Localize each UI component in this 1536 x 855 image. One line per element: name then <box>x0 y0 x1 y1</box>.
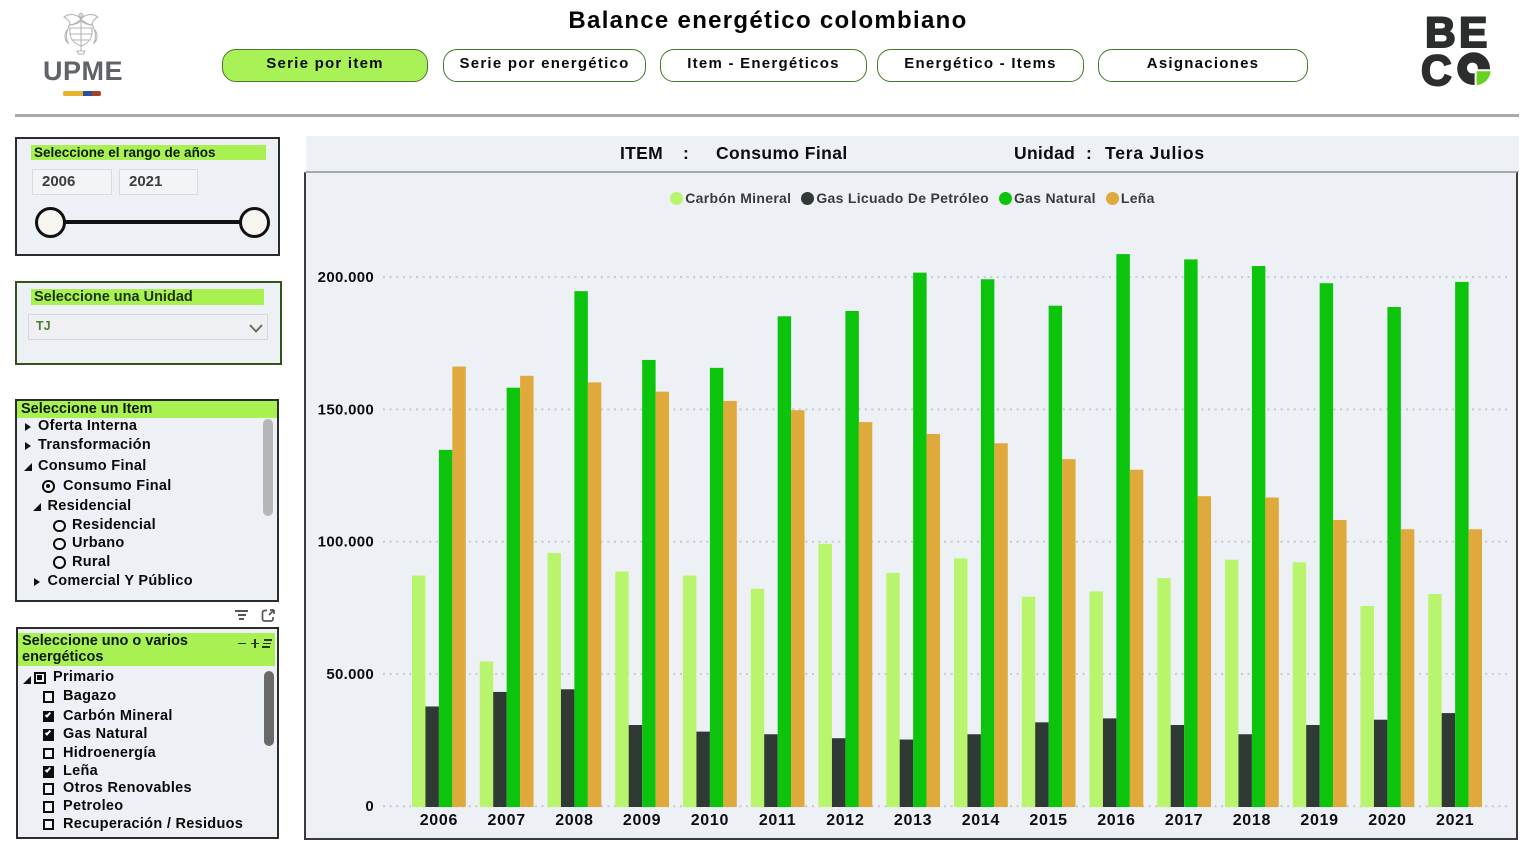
svg-text:2016: 2016 <box>1097 812 1135 829</box>
svg-text:0: 0 <box>365 798 374 815</box>
svg-text:2015: 2015 <box>1029 812 1067 829</box>
svg-text:50.000: 50.000 <box>326 666 374 683</box>
svg-text:2009: 2009 <box>623 812 661 829</box>
svg-text:2007: 2007 <box>487 812 525 829</box>
svg-text:2021: 2021 <box>1436 812 1474 829</box>
svg-text:2010: 2010 <box>691 812 729 829</box>
svg-text:2008: 2008 <box>555 812 593 829</box>
svg-text:E: E <box>1459 10 1487 57</box>
svg-text:100.000: 100.000 <box>318 534 374 551</box>
svg-text:150.000: 150.000 <box>318 401 374 418</box>
svg-text:2013: 2013 <box>894 812 932 829</box>
svg-text:2014: 2014 <box>962 812 1000 829</box>
svg-text:200.000: 200.000 <box>318 269 374 286</box>
svg-text:C: C <box>1421 48 1452 93</box>
svg-text:2018: 2018 <box>1233 812 1271 829</box>
svg-text:2006: 2006 <box>420 812 458 829</box>
svg-text:2020: 2020 <box>1368 812 1406 829</box>
svg-text:2019: 2019 <box>1300 812 1338 829</box>
svg-text:2017: 2017 <box>1165 812 1203 829</box>
svg-text:2012: 2012 <box>826 812 864 829</box>
svg-text:2011: 2011 <box>759 812 797 829</box>
